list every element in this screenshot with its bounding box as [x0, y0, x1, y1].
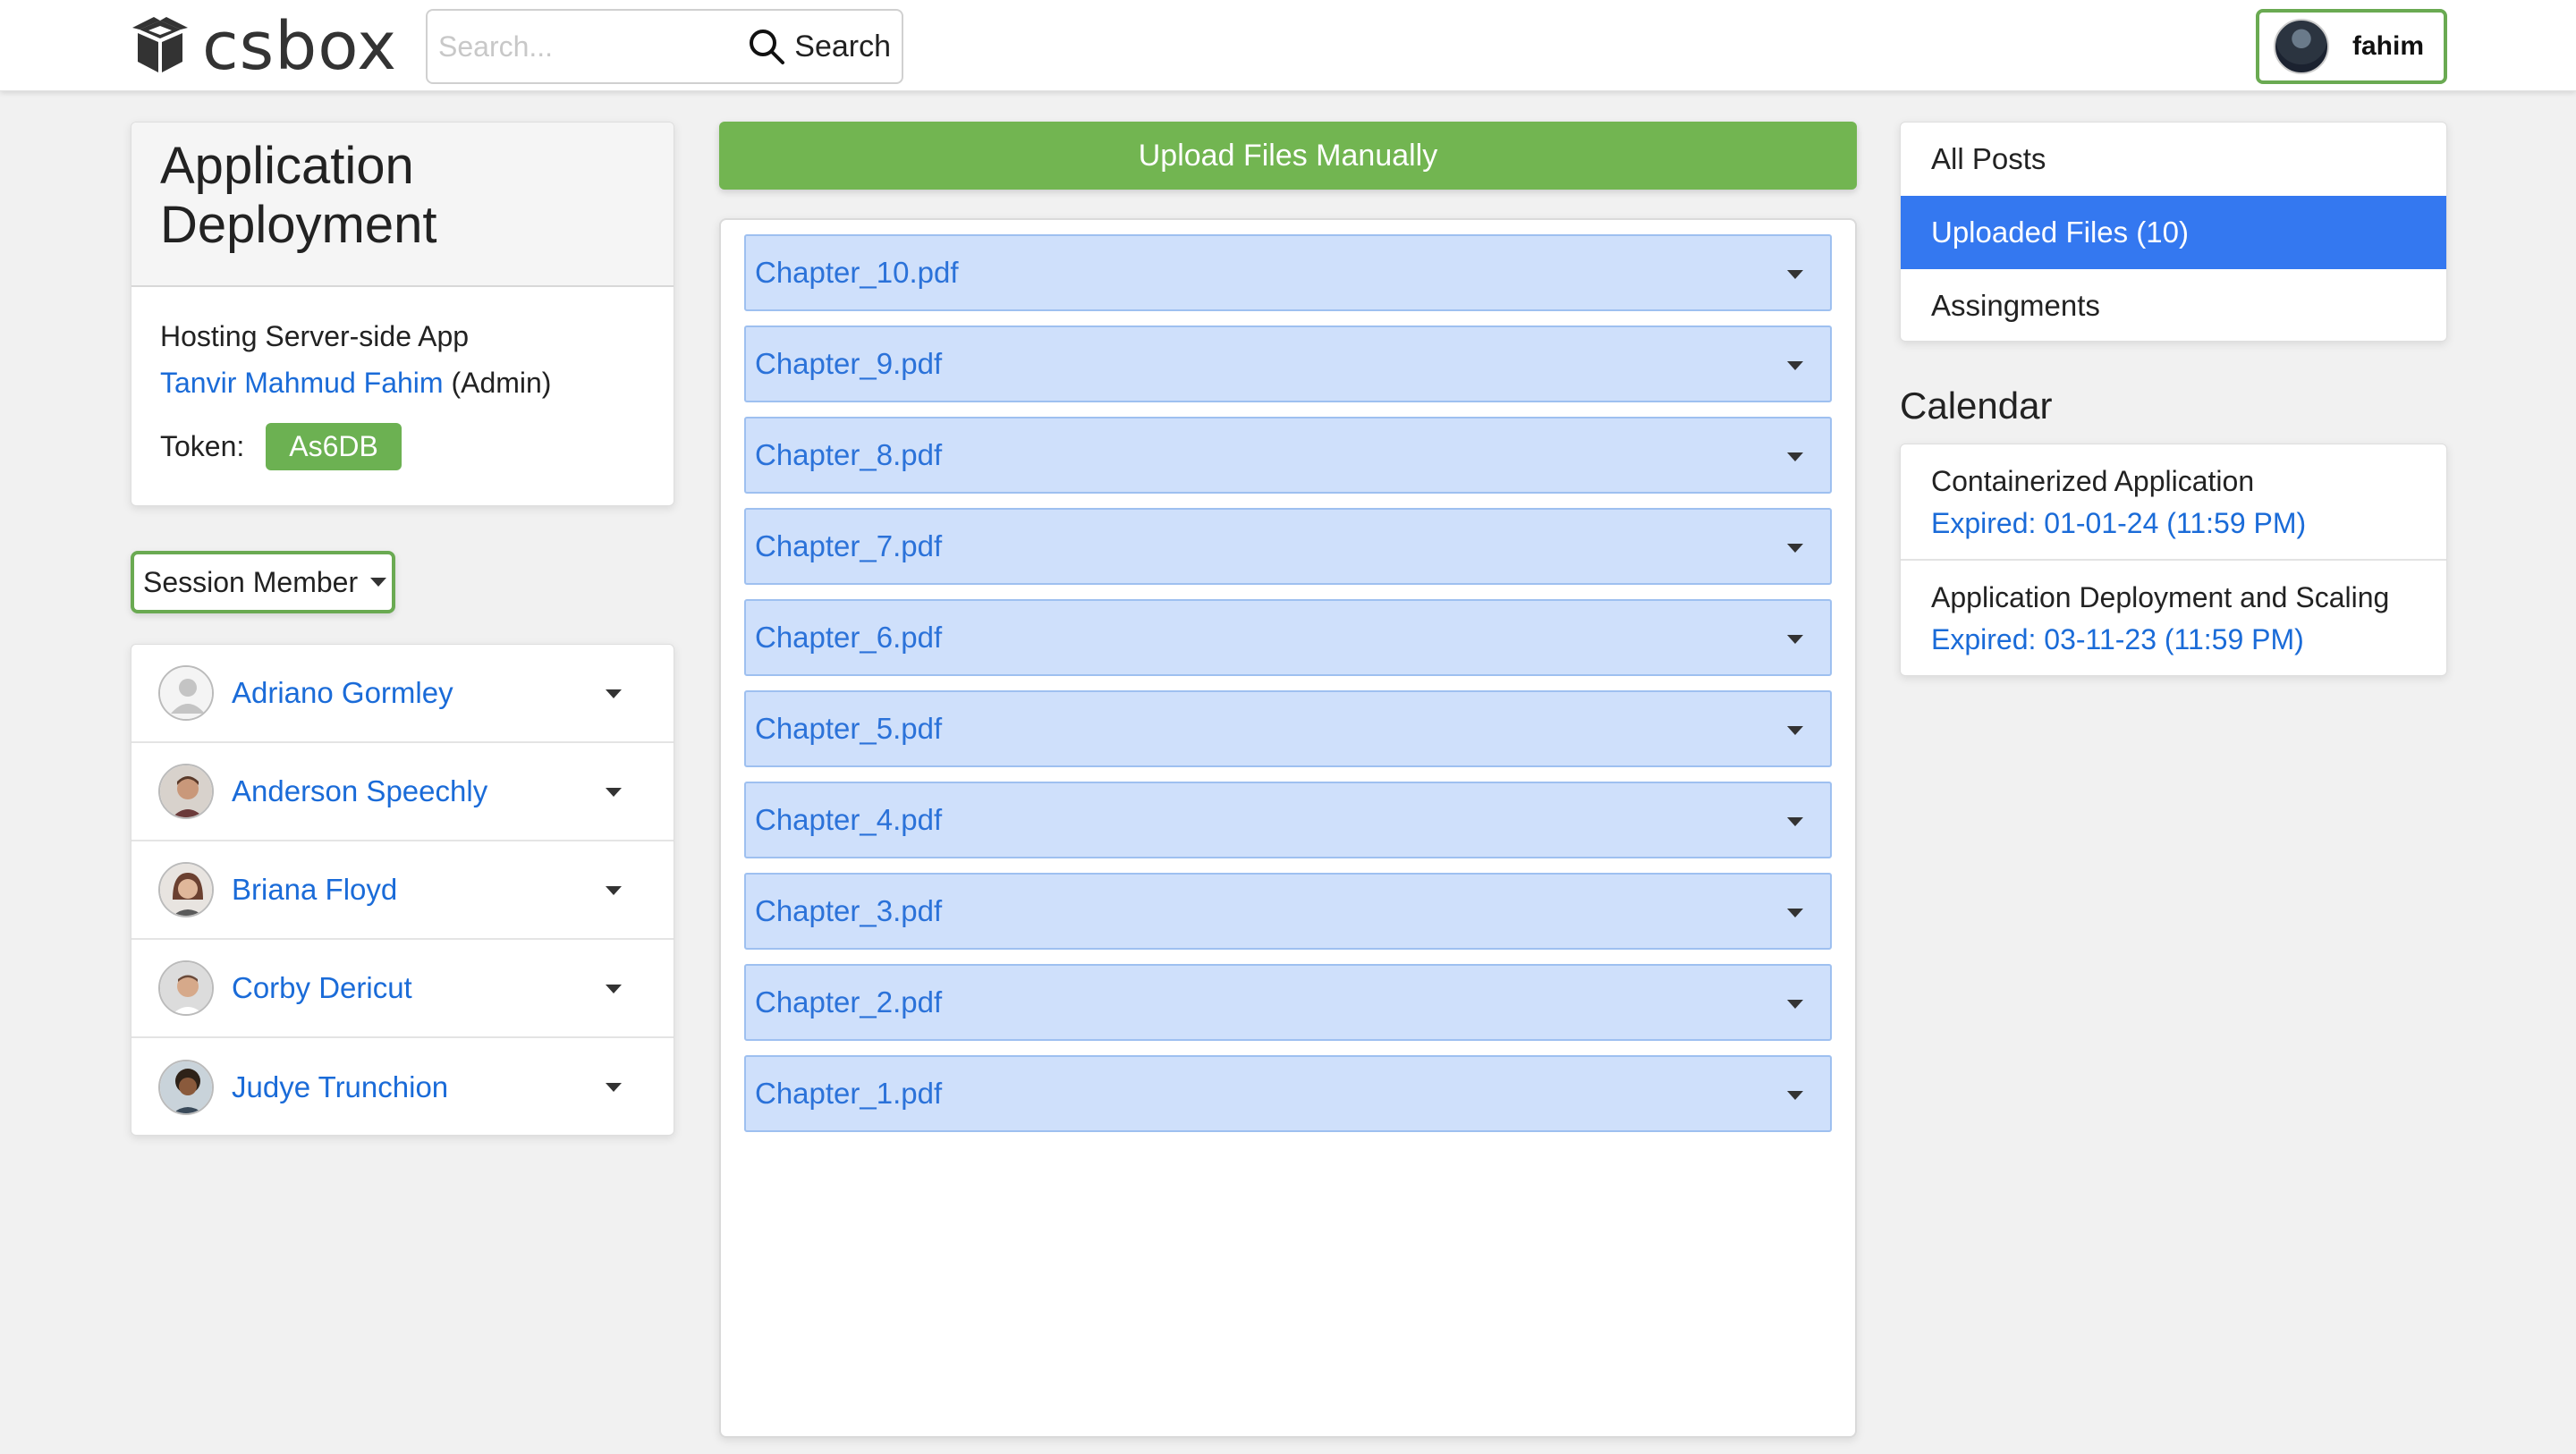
logo[interactable]: csbox	[129, 13, 397, 80]
chevron-down-icon[interactable]	[1787, 817, 1803, 826]
members-list: Adriano Gormley Anderson Speechly Briana…	[131, 644, 674, 1136]
file-name[interactable]: Chapter_1.pdf	[755, 1077, 942, 1111]
token-row: Token: As6DB	[160, 423, 645, 470]
file-row[interactable]: Chapter_9.pdf	[744, 325, 1832, 402]
chevron-down-icon[interactable]	[1787, 1000, 1803, 1009]
default-avatar-icon	[158, 665, 214, 721]
avatar	[158, 960, 214, 1016]
file-row[interactable]: Chapter_5.pdf	[744, 690, 1832, 767]
search-input[interactable]	[438, 20, 760, 73]
avatar	[158, 862, 214, 917]
top-navbar: csbox Search fahim	[0, 0, 2576, 91]
chevron-down-icon[interactable]	[1787, 1091, 1803, 1100]
file-name[interactable]: Chapter_5.pdf	[755, 712, 942, 746]
token-badge: As6DB	[266, 423, 402, 470]
search-button[interactable]: Search	[748, 20, 891, 73]
chevron-down-icon[interactable]	[1787, 270, 1803, 279]
course-owner: Tanvir Mahmud Fahim (Admin)	[160, 359, 645, 407]
course-header: Application Deployment	[131, 123, 674, 287]
list-item[interactable]: Judye Trunchion	[131, 1038, 674, 1137]
avatar	[158, 1060, 214, 1115]
calendar-event[interactable]: Application Deployment and Scaling Expir…	[1901, 561, 2446, 677]
file-name[interactable]: Chapter_2.pdf	[755, 985, 942, 1019]
token-label: Token:	[160, 430, 245, 462]
chevron-down-icon[interactable]	[1787, 909, 1803, 917]
file-name[interactable]: Chapter_4.pdf	[755, 803, 942, 837]
event-expiry[interactable]: Expired: 01-01-24 (11:59 PM)	[1931, 502, 2416, 545]
chevron-down-icon[interactable]	[606, 985, 622, 993]
file-row[interactable]: Chapter_6.pdf	[744, 599, 1832, 676]
course-body: Hosting Server-side App Tanvir Mahmud Fa…	[131, 287, 674, 497]
file-name[interactable]: Chapter_6.pdf	[755, 621, 942, 655]
nav-item-assignments[interactable]: Assingments	[1901, 269, 2446, 342]
calendar-list: Containerized Application Expired: 01-01…	[1900, 444, 2447, 676]
box-logo-icon	[132, 17, 188, 72]
chevron-down-icon[interactable]	[1787, 452, 1803, 461]
course-subtitle: Hosting Server-side App	[160, 320, 470, 352]
search-button-label: Search	[794, 29, 891, 63]
course-card: Application Deployment Hosting Server-si…	[131, 122, 674, 506]
chevron-down-icon	[370, 578, 387, 587]
event-name: Application Deployment and Scaling	[1931, 581, 2390, 613]
file-name[interactable]: Chapter_7.pdf	[755, 529, 942, 563]
file-row[interactable]: Chapter_1.pdf	[744, 1055, 1832, 1132]
chevron-down-icon[interactable]	[606, 788, 622, 797]
user-menu-button[interactable]: fahim	[2256, 9, 2447, 84]
nav-item-all-posts[interactable]: All Posts	[1901, 123, 2446, 196]
list-item[interactable]: Corby Dericut	[131, 940, 674, 1038]
file-row[interactable]: Chapter_8.pdf	[744, 417, 1832, 494]
list-item[interactable]: Briana Floyd	[131, 841, 674, 940]
file-name[interactable]: Chapter_9.pdf	[755, 347, 942, 381]
file-row[interactable]: Chapter_2.pdf	[744, 964, 1832, 1041]
search-box: Search	[426, 9, 903, 84]
calendar-title: Calendar	[1900, 385, 2053, 427]
member-name[interactable]: Corby Dericut	[232, 971, 412, 1005]
search-icon	[750, 30, 785, 64]
chevron-down-icon[interactable]	[1787, 635, 1803, 644]
list-item[interactable]: Adriano Gormley	[131, 645, 674, 743]
app-name: csbox	[202, 8, 398, 85]
user-avatar	[2274, 19, 2329, 74]
uploaded-files-panel: Chapter_10.pdf Chapter_9.pdf Chapter_8.p…	[719, 218, 1857, 1438]
course-title: Application Deployment	[160, 137, 437, 254]
avatar	[158, 764, 214, 819]
member-name[interactable]: Adriano Gormley	[232, 676, 453, 710]
chevron-down-icon[interactable]	[606, 886, 622, 895]
member-name[interactable]: Judye Trunchion	[232, 1070, 448, 1104]
list-item[interactable]: Anderson Speechly	[131, 743, 674, 841]
file-name[interactable]: Chapter_3.pdf	[755, 894, 942, 928]
nav-item-uploaded-files[interactable]: Uploaded Files (10)	[1901, 196, 2446, 269]
file-name[interactable]: Chapter_10.pdf	[755, 256, 959, 290]
chevron-down-icon[interactable]	[1787, 544, 1803, 553]
owner-link[interactable]: Tanvir Mahmud Fahim	[160, 367, 444, 399]
calendar-event[interactable]: Containerized Application Expired: 01-01…	[1901, 444, 2446, 561]
member-name[interactable]: Anderson Speechly	[232, 774, 487, 808]
member-name[interactable]: Briana Floyd	[232, 873, 397, 907]
file-name[interactable]: Chapter_8.pdf	[755, 438, 942, 472]
file-row[interactable]: Chapter_10.pdf	[744, 234, 1832, 311]
user-name: fahim	[2352, 31, 2425, 61]
chevron-down-icon[interactable]	[1787, 726, 1803, 735]
chevron-down-icon[interactable]	[1787, 361, 1803, 370]
event-expiry[interactable]: Expired: 03-11-23 (11:59 PM)	[1931, 618, 2416, 661]
file-row[interactable]: Chapter_3.pdf	[744, 873, 1832, 950]
file-row[interactable]: Chapter_4.pdf	[744, 782, 1832, 858]
posts-nav: All Posts Uploaded Files (10) Assingment…	[1900, 122, 2447, 342]
event-name: Containerized Application	[1931, 465, 2255, 497]
session-member-label: Session Member	[143, 565, 359, 598]
chevron-down-icon[interactable]	[606, 689, 622, 698]
chevron-down-icon[interactable]	[606, 1083, 622, 1092]
file-row[interactable]: Chapter_7.pdf	[744, 508, 1832, 585]
session-member-dropdown[interactable]: Session Member	[131, 551, 395, 613]
upload-files-button[interactable]: Upload Files Manually	[719, 122, 1857, 190]
owner-role: (Admin)	[451, 367, 552, 399]
